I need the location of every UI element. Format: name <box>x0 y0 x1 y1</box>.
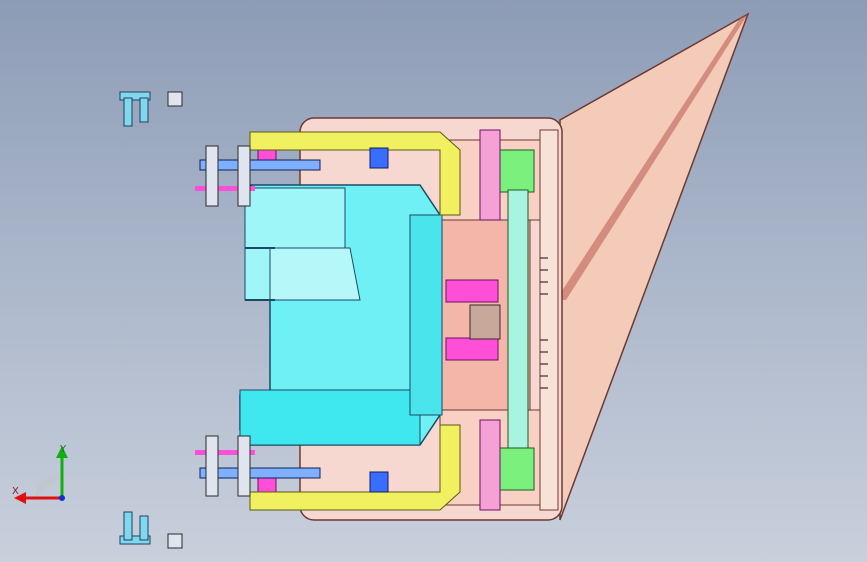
cad-viewport[interactable]: Y X <box>0 0 867 562</box>
bolts[interactable] <box>205 145 251 497</box>
z-axis-dot <box>59 495 65 501</box>
cad-model-canvas[interactable] <box>0 0 867 562</box>
x-axis-label: X <box>12 486 19 497</box>
funnel-cone[interactable] <box>556 12 750 521</box>
axis-triad: Y X <box>12 444 68 504</box>
housing[interactable] <box>239 184 443 446</box>
loose-fasteners[interactable] <box>119 91 183 549</box>
y-axis-label: Y <box>59 444 67 455</box>
